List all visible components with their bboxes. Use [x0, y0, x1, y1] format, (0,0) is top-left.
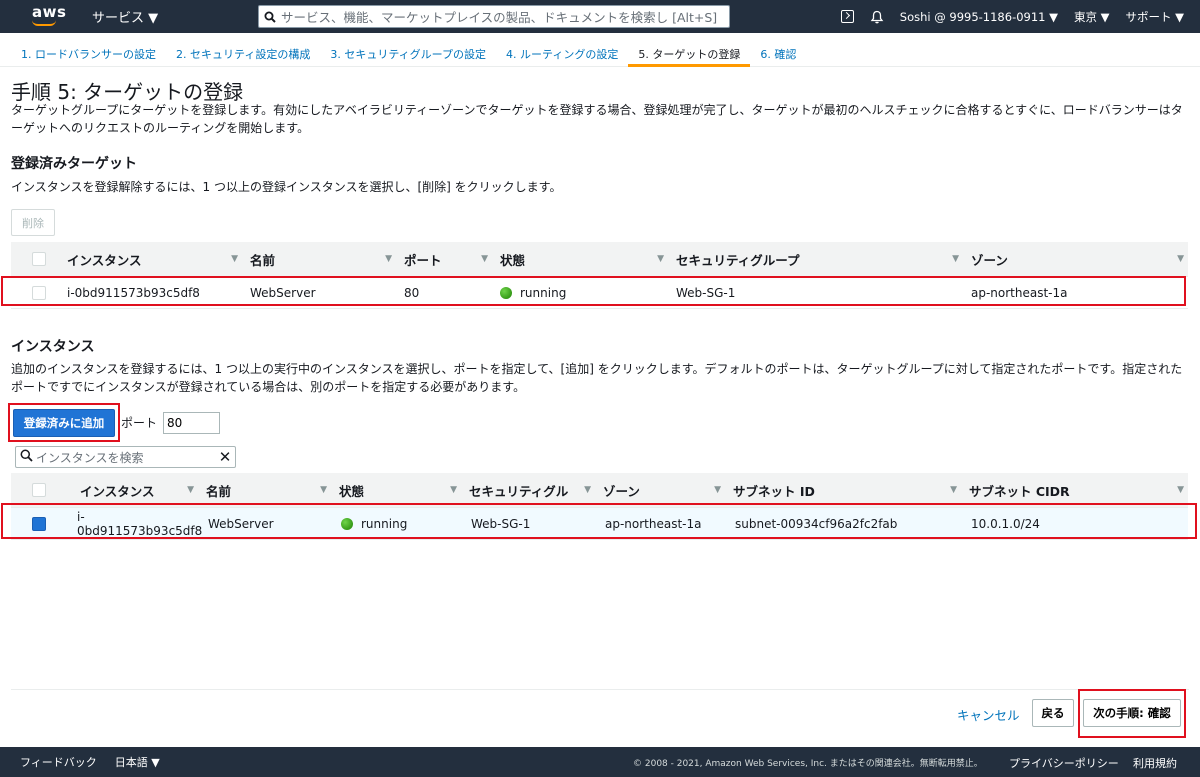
sort-icon: ▼	[1177, 254, 1184, 264]
instances-heading: インスタンス	[11, 339, 95, 355]
instance-search-filter[interactable]: インスタンスを検索 ✕	[15, 446, 236, 468]
column-header-instance[interactable]: インスタンス ▼	[67, 242, 242, 276]
step-3-security-groups[interactable]: 3. セキュリティグループの設定	[320, 33, 496, 67]
search-bar[interactable]: サービス、機能、マーケットプレイスの製品、ドキュメントを検索し [Alt+S]	[258, 5, 730, 28]
highlight-box	[1, 276, 1186, 306]
column-header-zone[interactable]: ゾーン ▼	[963, 242, 1188, 276]
highlight-box	[1078, 689, 1186, 738]
aws-smile-icon	[32, 20, 56, 26]
column-header-name[interactable]: 名前 ▼	[242, 242, 396, 276]
search-input-placeholder: サービス、機能、マーケットプレイスの製品、ドキュメントを検索し [Alt+S]	[281, 10, 718, 25]
cancel-link[interactable]: キャンセル	[957, 705, 1020, 724]
clear-filter-icon[interactable]: ✕	[215, 448, 235, 466]
aws-logo[interactable]: aws	[28, 0, 88, 33]
account-menu[interactable]: Soshi @ 9995-1186-0911 ▼	[900, 10, 1058, 24]
sort-icon: ▼	[481, 254, 488, 264]
search-icon	[20, 449, 33, 465]
sort-icon: ▼	[187, 485, 194, 495]
sort-icon: ▼	[950, 485, 957, 495]
bell-icon[interactable]	[870, 10, 884, 24]
highlight-box	[8, 403, 120, 442]
registered-targets-heading: 登録済みターゲット	[11, 156, 137, 172]
sort-icon: ▼	[952, 254, 959, 264]
step-4-routing[interactable]: 4. ルーティングの設定	[496, 33, 628, 67]
copyright-text: © 2008 - 2021, Amazon Web Services, Inc.…	[633, 759, 983, 769]
port-input[interactable]	[163, 412, 220, 434]
sort-icon: ▼	[450, 485, 457, 495]
aws-logo-text: aws	[32, 3, 67, 21]
select-all-checkbox[interactable]	[11, 242, 67, 276]
sort-icon: ▼	[1177, 485, 1184, 495]
column-header-port[interactable]: ポート ▼	[396, 242, 492, 276]
column-header-security-group[interactable]: セキュリティグル ▼	[461, 473, 595, 507]
step-6-review[interactable]: 6. 確認	[750, 33, 806, 67]
services-menu[interactable]: サービス ▼	[92, 7, 158, 26]
support-menu[interactable]: サポート ▼	[1126, 9, 1185, 25]
terms-of-use-link[interactable]: 利用規約	[1133, 755, 1177, 771]
registered-targets-description: インスタンスを登録解除するには、1 つ以上の登録インスタンスを選択し、[削除] …	[11, 180, 562, 194]
search-icon	[259, 11, 281, 23]
back-button[interactable]: 戻る	[1032, 699, 1074, 727]
page-description: ターゲットグループにターゲットを登録します。有効にしたアベイラビリティーゾーンで…	[11, 103, 1183, 135]
top-navigation-bar: aws サービス ▼ サービス、機能、マーケットプレイスの製品、ドキュメントを検…	[0, 0, 1200, 33]
sort-icon: ▼	[657, 254, 664, 264]
nav-right-group: Soshi @ 9995-1186-0911 ▼ 東京 ▼ サポート ▼	[840, 0, 1200, 33]
step-2-security-settings[interactable]: 2. セキュリティ設定の構成	[166, 33, 320, 67]
column-header-subnet-id[interactable]: サブネット ID ▼	[725, 473, 961, 507]
column-header-security-group[interactable]: セキュリティグループ ▼	[668, 242, 963, 276]
bottom-bar: フィードバック 日本語 ▼ © 2008 - 2021, Amazon Web …	[0, 747, 1200, 777]
highlight-box	[1, 503, 1197, 539]
sort-icon: ▼	[584, 485, 591, 495]
region-menu[interactable]: 東京 ▼	[1074, 9, 1110, 25]
step-5-register-targets[interactable]: 5. ターゲットの登録	[628, 33, 751, 67]
privacy-policy-link[interactable]: プライバシーポリシー	[1009, 755, 1119, 771]
sort-icon: ▼	[320, 485, 327, 495]
wizard-steps: 1. ロードバランサーの設定 2. セキュリティ設定の構成 3. セキュリティグ…	[0, 33, 1200, 67]
column-header-zone[interactable]: ゾーン ▼	[595, 473, 725, 507]
sort-icon: ▼	[714, 485, 721, 495]
column-header-name[interactable]: 名前 ▼	[198, 473, 331, 507]
column-header-instance[interactable]: インスタンス ▼	[67, 473, 198, 507]
sort-icon: ▼	[231, 254, 238, 264]
registered-table-header: インスタンス ▼ 名前 ▼ ポート ▼ 状態 ▼ セキュリティグループ ▼ ゾーン ▼	[11, 242, 1188, 277]
select-all-checkbox[interactable]	[11, 473, 67, 507]
column-header-subnet-cidr[interactable]: サブネット CIDR ▼	[961, 473, 1188, 507]
language-selector[interactable]: 日本語 ▼	[115, 754, 160, 770]
step-1-load-balancer[interactable]: 1. ロードバランサーの設定	[11, 33, 166, 67]
divider	[11, 689, 1189, 690]
instances-description: 追加のインスタンスを登録するには、1 つ以上の実行中のインスタンスを選択し、ポー…	[11, 362, 1183, 394]
port-label: ポート	[121, 416, 158, 430]
cloudshell-icon[interactable]	[840, 10, 854, 23]
feedback-link[interactable]: フィードバック	[20, 754, 97, 770]
column-header-state[interactable]: 状態 ▼	[492, 242, 668, 276]
sort-icon: ▼	[385, 254, 392, 264]
instance-search-placeholder: インスタンスを検索	[36, 450, 144, 465]
delete-button[interactable]: 削除	[11, 209, 55, 236]
column-header-state[interactable]: 状態 ▼	[331, 473, 461, 507]
